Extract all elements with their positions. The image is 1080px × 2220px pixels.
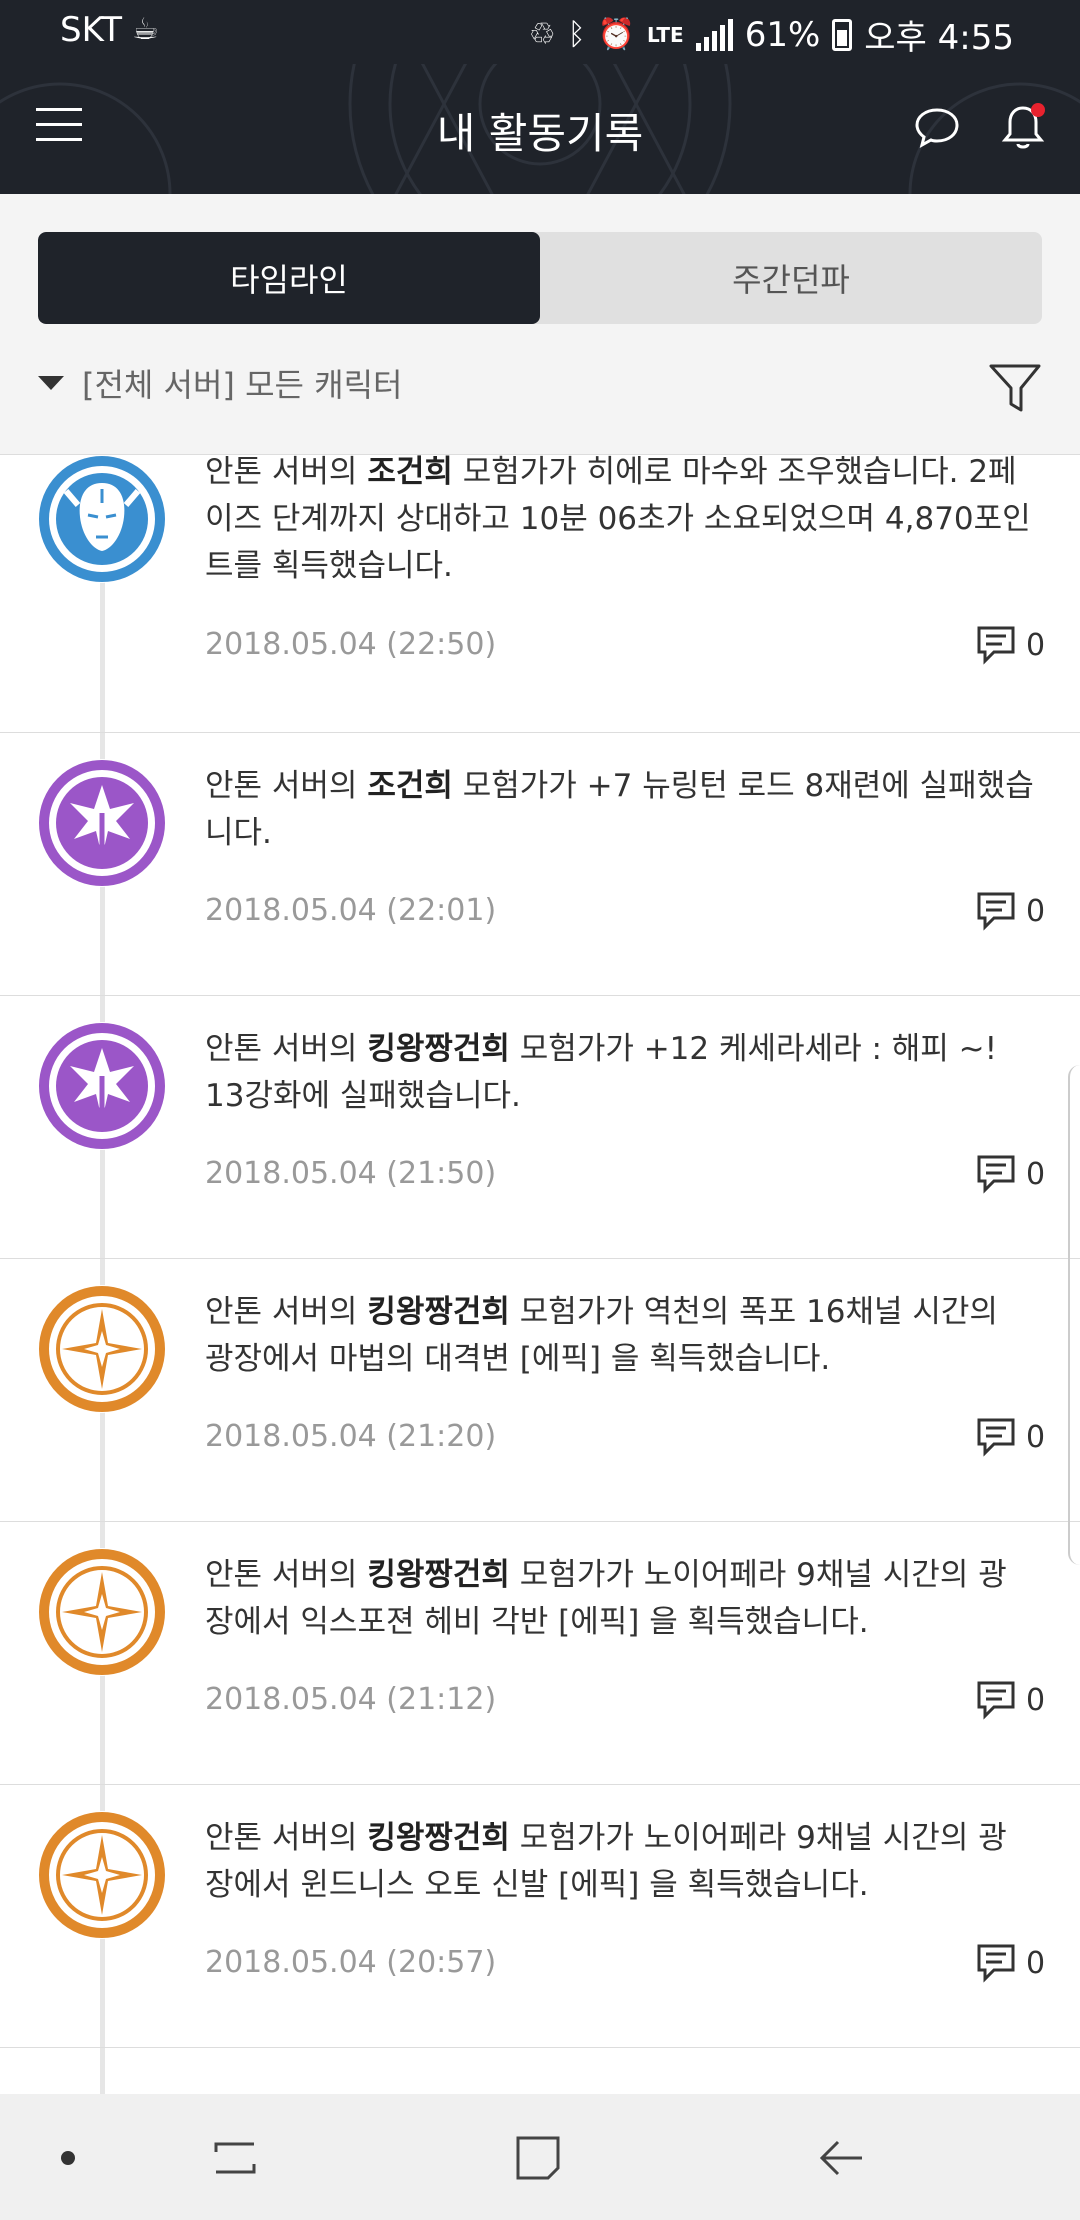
signal-icon bbox=[695, 18, 733, 51]
character-name: 킹왕짱건희 bbox=[367, 1294, 510, 1330]
comment-button[interactable]: 0 bbox=[976, 1943, 1045, 1983]
character-name: 조건희 bbox=[367, 454, 453, 490]
comment-count: 0 bbox=[1026, 893, 1046, 929]
app-header: 내 활동기록 bbox=[0, 64, 1080, 194]
feed-date: 2018.05.04 (20:57) bbox=[205, 1945, 497, 1980]
coffee-icon: ☕ bbox=[132, 12, 159, 47]
chat-icon[interactable] bbox=[914, 104, 960, 150]
feed-date: 2018.05.04 (21:50) bbox=[205, 1156, 497, 1191]
feed-item[interactable]: 안톤 서버의 조건희 모험가가 히에로 마수와 조우했습니다. 2페이즈 단계까… bbox=[0, 454, 1080, 733]
feed-item[interactable]: 안톤 서버의 킹왕짱건희 모험가가 노이어페라 9채널 시간의 광장에서 익스포… bbox=[0, 1522, 1080, 1785]
dot-icon[interactable] bbox=[42, 2132, 94, 2184]
alarm-icon: ⏰ bbox=[597, 16, 635, 52]
feed-item[interactable]: 안톤 서버의 킹왕짱건희 모험가가 역천의 폭포 16채널 시간의 광장에서 마… bbox=[0, 1259, 1080, 1522]
feed-item[interactable]: 안톤 서버의 킹왕짱건희 모험가가 +12 케세라세라 : 해피 ~! 13강화… bbox=[0, 996, 1080, 1259]
status-bar: SKT ☕ ♲ ᛒ ⏰ LTE 61% 오후 4:55 bbox=[0, 0, 1080, 64]
feed-date: 2018.05.04 (21:12) bbox=[205, 1682, 497, 1717]
feed-message: 안톤 서버의 킹왕짱건희 모험가가 노이어페라 9채널 시간의 광장에서 익스포… bbox=[205, 1557, 1007, 1640]
bluetooth-icon: ᛒ bbox=[567, 16, 586, 52]
orange-epic-star-emblem-icon bbox=[38, 1811, 166, 1939]
comment-count: 0 bbox=[1026, 1682, 1046, 1718]
character-name: 킹왕짱건희 bbox=[367, 1557, 510, 1593]
feed-item[interactable]: 안톤 서버의 조건희 모험가가 +7 뉴링턴 로드 8재련에 실패했습니다. 2… bbox=[0, 733, 1080, 996]
comment-button[interactable]: 0 bbox=[976, 625, 1045, 665]
carrier-label: SKT bbox=[60, 10, 123, 50]
comment-button[interactable]: 0 bbox=[976, 1154, 1045, 1194]
network-type: LTE bbox=[646, 22, 684, 47]
blue-character-emblem-icon bbox=[38, 455, 166, 583]
comment-icon bbox=[977, 1681, 1015, 1720]
orange-epic-star-emblem-icon bbox=[38, 1285, 166, 1413]
comment-icon bbox=[977, 1418, 1015, 1457]
purple-enhance-fail-emblem-icon bbox=[38, 1022, 166, 1150]
feed-date: 2018.05.04 (22:01) bbox=[205, 893, 497, 928]
tab-switcher: 타임라인 주간던파 bbox=[38, 232, 1042, 324]
character-filter-dropdown[interactable]: [전체 서버] 모든 캐릭터 bbox=[38, 360, 402, 406]
scroll-indicator[interactable] bbox=[1068, 1065, 1080, 1565]
comment-count: 0 bbox=[1026, 1945, 1046, 1981]
battery-percent: 61% bbox=[744, 14, 821, 55]
tab-area: 타임라인 주간던파 [전체 서버] 모든 캐릭터 bbox=[0, 194, 1080, 454]
feed-item[interactable]: 안톤 서버의 킹왕짱건희 모험가가 노이어페라 9채널 시간의 광장에서 윈드니… bbox=[0, 1785, 1080, 2048]
recent-apps-icon[interactable] bbox=[210, 2132, 262, 2184]
feed-date: 2018.05.04 (22:50) bbox=[205, 627, 497, 662]
comment-count: 0 bbox=[1026, 1156, 1046, 1192]
comment-icon bbox=[977, 1944, 1015, 1983]
comment-count: 0 bbox=[1026, 627, 1046, 663]
feed-message: 안톤 서버의 킹왕짱건희 모험가가 노이어페라 9채널 시간의 광장에서 윈드니… bbox=[205, 1820, 1007, 1903]
comment-count: 0 bbox=[1026, 1419, 1046, 1455]
purple-enhance-fail-emblem-icon bbox=[38, 759, 166, 887]
feed-message: 안톤 서버의 조건희 모험가가 히에로 마수와 조우했습니다. 2페이즈 단계까… bbox=[205, 454, 1031, 584]
comment-icon bbox=[977, 626, 1015, 665]
system-nav-bar bbox=[0, 2094, 1080, 2220]
character-name: 킹왕짱건희 bbox=[367, 1031, 510, 1067]
comment-button[interactable]: 0 bbox=[976, 891, 1045, 931]
filter-funnel-icon[interactable] bbox=[988, 362, 1042, 414]
feed-message: 안톤 서버의 킹왕짱건희 모험가가 +12 케세라세라 : 해피 ~! 13강화… bbox=[205, 1031, 998, 1114]
notification-dot bbox=[1031, 103, 1045, 117]
orange-epic-star-emblem-icon bbox=[38, 1548, 166, 1676]
back-arrow-icon[interactable] bbox=[816, 2132, 868, 2184]
comment-icon bbox=[977, 892, 1015, 931]
feed-message: 안톤 서버의 킹왕짱건희 모험가가 역천의 폭포 16채널 시간의 광장에서 마… bbox=[205, 1294, 998, 1377]
battery-icon bbox=[832, 18, 853, 51]
tab-timeline[interactable]: 타임라인 bbox=[38, 232, 540, 324]
tab-weekly[interactable]: 주간던파 bbox=[540, 232, 1042, 324]
comment-button[interactable]: 0 bbox=[976, 1417, 1045, 1457]
feed-date: 2018.05.04 (21:20) bbox=[205, 1419, 497, 1454]
character-name: 조건희 bbox=[367, 768, 453, 804]
home-icon[interactable] bbox=[512, 2132, 564, 2184]
notification-bell-icon[interactable] bbox=[1000, 102, 1046, 152]
character-name: 킹왕짱건희 bbox=[367, 1820, 510, 1856]
comment-icon bbox=[977, 1155, 1015, 1194]
activity-feed: 안톤 서버의 조건희 모험가가 히에로 마수와 조우했습니다. 2페이즈 단계까… bbox=[0, 454, 1080, 2094]
filter-label: [전체 서버] 모든 캐릭터 bbox=[82, 366, 403, 404]
caret-down-icon bbox=[38, 376, 64, 390]
comment-button[interactable]: 0 bbox=[976, 1680, 1045, 1720]
recycle-icon: ♲ bbox=[528, 16, 556, 52]
clock: 오후 4:55 bbox=[864, 18, 1014, 58]
feed-message: 안톤 서버의 조건희 모험가가 +7 뉴링턴 로드 8재련에 실패했습니다. bbox=[205, 768, 1034, 851]
